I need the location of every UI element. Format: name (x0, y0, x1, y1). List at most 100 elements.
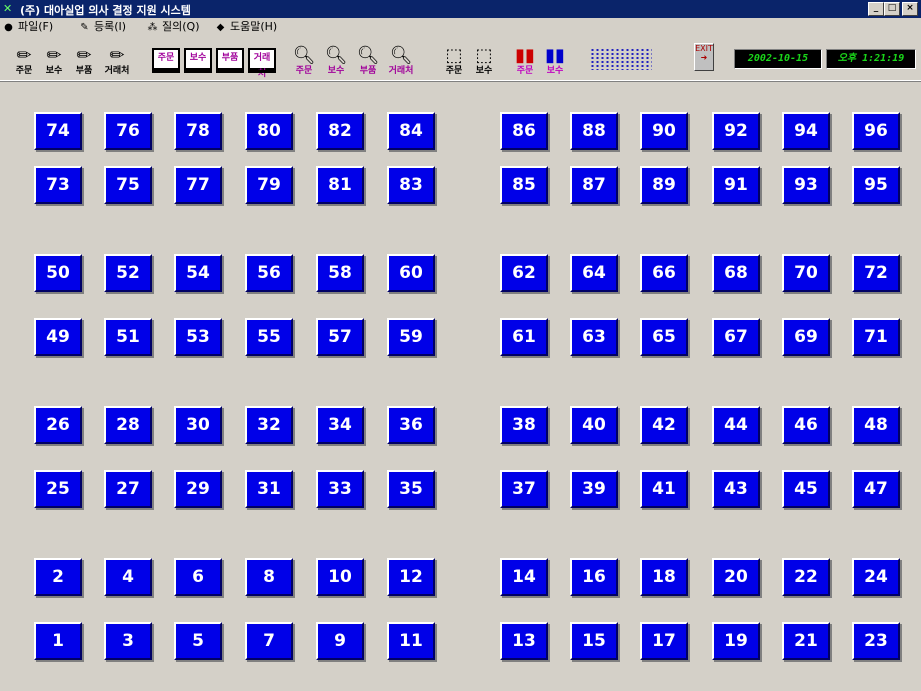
table-tile[interactable]: 68 (712, 254, 760, 292)
table-tile[interactable]: 31 (245, 470, 293, 508)
table-tile[interactable]: 9 (316, 622, 364, 660)
table-tile[interactable]: 7 (245, 622, 293, 660)
table-tile[interactable]: 16 (570, 558, 618, 596)
table-tile[interactable]: 61 (500, 318, 548, 356)
table-tile[interactable]: 87 (570, 166, 618, 204)
table-tile[interactable]: 85 (500, 166, 548, 204)
register-order-tool[interactable]: ✏ 주문 (10, 42, 38, 77)
table-tile[interactable]: 58 (316, 254, 364, 292)
table-tile[interactable]: 29 (174, 470, 222, 508)
table-tile[interactable]: 10 (316, 558, 364, 596)
table-tile[interactable]: 79 (245, 166, 293, 204)
table-layout-icon[interactable] (590, 48, 652, 70)
table-tile[interactable]: 62 (500, 254, 548, 292)
table-tile[interactable]: 15 (570, 622, 618, 660)
table-tile[interactable]: 80 (245, 112, 293, 150)
table-tile[interactable]: 52 (104, 254, 152, 292)
table-tile[interactable]: 73 (34, 166, 82, 204)
table-tile[interactable]: 22 (782, 558, 830, 596)
register-parts-tool[interactable]: ✏ 부품 (70, 42, 98, 77)
table-tile[interactable]: 50 (34, 254, 82, 292)
table-tile[interactable]: 95 (852, 166, 900, 204)
search-parts-tool[interactable]: 🔍︎ 부품 (354, 42, 382, 77)
table-tile[interactable]: 25 (34, 470, 82, 508)
table-tile[interactable]: 59 (387, 318, 435, 356)
table-tile[interactable]: 67 (712, 318, 760, 356)
table-tile[interactable]: 54 (174, 254, 222, 292)
table-tile[interactable]: 14 (500, 558, 548, 596)
table-tile[interactable]: 23 (852, 622, 900, 660)
table-tile[interactable]: 84 (387, 112, 435, 150)
table-tile[interactable]: 11 (387, 622, 435, 660)
table-tile[interactable]: 48 (852, 406, 900, 444)
table-tile[interactable]: 42 (640, 406, 688, 444)
table-tile[interactable]: 38 (500, 406, 548, 444)
table-tile[interactable]: 81 (316, 166, 364, 204)
table-tile[interactable]: 53 (174, 318, 222, 356)
menu-query[interactable]: ⁂ 질의(Q) (146, 20, 200, 34)
register-client-tool[interactable]: ✏ 거래처 (100, 42, 134, 77)
table-tile[interactable]: 60 (387, 254, 435, 292)
table-tile[interactable]: 1 (34, 622, 82, 660)
table-tile[interactable]: 27 (104, 470, 152, 508)
table-tile[interactable]: 8 (245, 558, 293, 596)
table-tile[interactable]: 74 (34, 112, 82, 150)
table-tile[interactable]: 20 (712, 558, 760, 596)
table-tile[interactable]: 41 (640, 470, 688, 508)
table-tile[interactable]: 13 (500, 622, 548, 660)
table-tile[interactable]: 19 (712, 622, 760, 660)
table-tile[interactable]: 65 (640, 318, 688, 356)
table-tile[interactable]: 46 (782, 406, 830, 444)
table-tile[interactable]: 33 (316, 470, 364, 508)
table-tile[interactable]: 2 (34, 558, 82, 596)
book-repair-button[interactable]: 보수 (184, 48, 212, 73)
table-tile[interactable]: 93 (782, 166, 830, 204)
chart-order-tool[interactable]: ▮▮ 주문 (512, 42, 538, 77)
search-repair-tool[interactable]: 🔍︎ 보수 (322, 42, 350, 77)
table-tile[interactable]: 45 (782, 470, 830, 508)
menu-register[interactable]: ✎ 등록(I) (78, 20, 126, 34)
table-tile[interactable]: 51 (104, 318, 152, 356)
table-tile[interactable]: 94 (782, 112, 830, 150)
search-order-tool[interactable]: 🔍︎ 주문 (290, 42, 318, 77)
table-tile[interactable]: 39 (570, 470, 618, 508)
minimize-button[interactable]: _ (868, 2, 884, 16)
table-tile[interactable]: 28 (104, 406, 152, 444)
table-tile[interactable]: 75 (104, 166, 152, 204)
table-tile[interactable]: 72 (852, 254, 900, 292)
table-tile[interactable]: 44 (712, 406, 760, 444)
table-tile[interactable]: 30 (174, 406, 222, 444)
table-tile[interactable]: 34 (316, 406, 364, 444)
table-tile[interactable]: 92 (712, 112, 760, 150)
table-tile[interactable]: 63 (570, 318, 618, 356)
table-tile[interactable]: 47 (852, 470, 900, 508)
table-tile[interactable]: 64 (570, 254, 618, 292)
table-tile[interactable]: 69 (782, 318, 830, 356)
table-tile[interactable]: 6 (174, 558, 222, 596)
table-tile[interactable]: 89 (640, 166, 688, 204)
table-tile[interactable]: 88 (570, 112, 618, 150)
table-tile[interactable]: 86 (500, 112, 548, 150)
table-tile[interactable]: 55 (245, 318, 293, 356)
close-button[interactable]: × (902, 2, 918, 16)
table-tile[interactable]: 70 (782, 254, 830, 292)
menu-file[interactable]: ● 파일(F) (2, 20, 53, 34)
table-tile[interactable]: 21 (782, 622, 830, 660)
exit-button[interactable]: EXIT ➜ (694, 43, 714, 71)
table-tile[interactable]: 32 (245, 406, 293, 444)
table-tile[interactable]: 76 (104, 112, 152, 150)
table-tile[interactable]: 49 (34, 318, 82, 356)
table-tile[interactable]: 43 (712, 470, 760, 508)
table-tile[interactable]: 78 (174, 112, 222, 150)
table-tile[interactable]: 96 (852, 112, 900, 150)
table-tile[interactable]: 18 (640, 558, 688, 596)
maximize-button[interactable]: □ (884, 2, 900, 16)
table-tile[interactable]: 12 (387, 558, 435, 596)
book-client-button[interactable]: 거래처 (248, 48, 276, 79)
table-tile[interactable]: 24 (852, 558, 900, 596)
table-tile[interactable]: 35 (387, 470, 435, 508)
box-repair-tool[interactable]: ⬚ 보수 (470, 42, 498, 77)
table-tile[interactable]: 40 (570, 406, 618, 444)
table-tile[interactable]: 66 (640, 254, 688, 292)
table-tile[interactable]: 71 (852, 318, 900, 356)
